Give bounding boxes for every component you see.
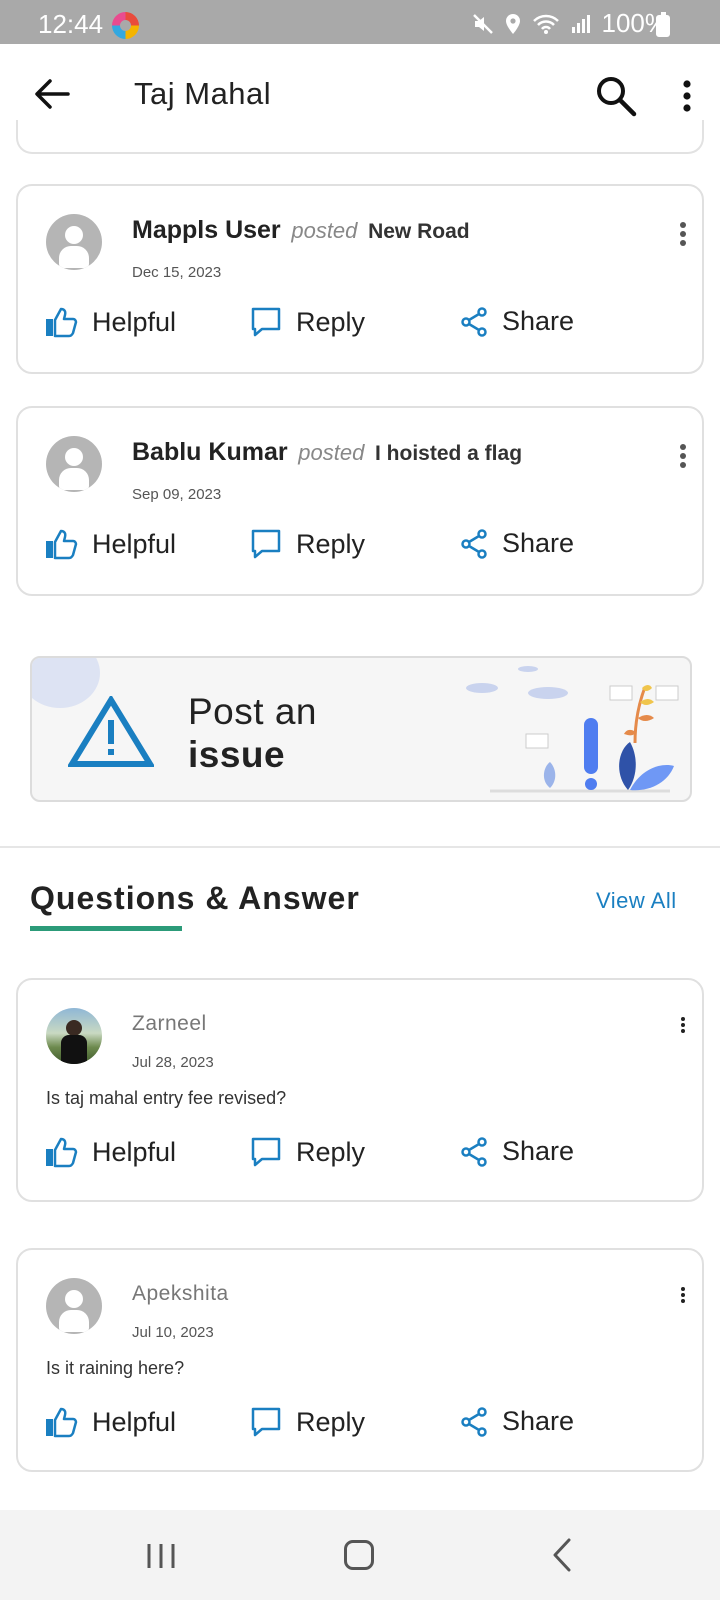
issue-illustration [466, 666, 679, 793]
post-object: I hoisted a flag [375, 442, 523, 465]
comment-icon [251, 1407, 281, 1437]
post-card: Mappls User posted New Road Dec 15, 2023… [16, 184, 704, 374]
post-issue-line2: issue [188, 734, 286, 775]
helpful-button[interactable]: Helpful [44, 1136, 176, 1168]
thumbs-up-icon [46, 529, 78, 560]
wifi-icon [532, 14, 559, 34]
reply-label: Reply [296, 1136, 366, 1167]
helpful-button[interactable]: Helpful [44, 306, 176, 338]
location-icon [505, 13, 520, 34]
avatar[interactable] [46, 214, 102, 270]
battery-icon [656, 12, 670, 37]
helpful-label: Helpful [92, 306, 177, 337]
post-issue-banner[interactable]: Post an issue [30, 656, 692, 802]
reply-button[interactable]: Reply [250, 1136, 365, 1168]
system-nav-bar [0, 1510, 720, 1600]
card-more-icon[interactable] [678, 220, 688, 250]
post-verb: posted [291, 218, 358, 243]
share-button[interactable]: Share [460, 528, 574, 559]
post-card: Bablu Kumar posted I hoisted a flag Sep … [16, 406, 704, 596]
recent-apps-icon[interactable] [146, 1542, 176, 1570]
comment-icon [251, 307, 281, 337]
qa-question-text: Is taj mahal entry fee revised? [46, 1088, 287, 1108]
status-bar: 12:44 100% [0, 0, 720, 44]
view-all-link[interactable]: View All [596, 888, 677, 914]
qa-question-text: Is it raining here? [46, 1358, 185, 1378]
share-label: Share [502, 1136, 575, 1166]
thumbs-up-icon [46, 1137, 78, 1168]
qa-date: Jul 10, 2023 [132, 1324, 214, 1341]
helpful-button[interactable]: Helpful [44, 1406, 176, 1438]
post-user-name[interactable]: Bablu Kumar [132, 438, 288, 466]
card-more-icon[interactable] [678, 1286, 688, 1316]
comment-icon [251, 529, 281, 559]
post-object: New Road [368, 220, 470, 243]
comment-icon [251, 1137, 281, 1167]
warning-icon [68, 696, 154, 767]
card-more-icon[interactable] [678, 1016, 688, 1046]
reply-label: Reply [296, 528, 366, 559]
share-icon [461, 306, 487, 337]
reply-label: Reply [296, 1406, 366, 1437]
share-icon [461, 1136, 487, 1167]
avatar[interactable] [46, 1278, 102, 1334]
reply-button[interactable]: Reply [250, 1406, 365, 1438]
reply-button[interactable]: Reply [250, 528, 365, 560]
thumbs-up-icon [46, 1407, 78, 1438]
helpful-label: Helpful [92, 1406, 177, 1437]
qa-card: Apekshita Jul 10, 2023 Is it raining her… [16, 1248, 704, 1472]
share-label: Share [502, 528, 575, 558]
post-date: Sep 09, 2023 [132, 486, 222, 503]
helpful-label: Helpful [92, 1136, 177, 1167]
post-verb: posted [298, 440, 365, 465]
overflow-menu-icon[interactable] [672, 76, 702, 116]
share-button[interactable]: Share [460, 1406, 574, 1437]
share-label: Share [502, 306, 575, 336]
helpful-label: Helpful [92, 528, 177, 559]
qa-card: Zarneel Jul 28, 2023 Is taj mahal entry … [16, 978, 704, 1202]
status-icons: 100% [472, 8, 668, 39]
section-divider [0, 846, 720, 848]
post-user-name[interactable]: Mappls User [132, 216, 281, 244]
search-icon[interactable] [594, 74, 638, 118]
share-button[interactable]: Share [460, 306, 574, 337]
page-title: Taj Mahal [134, 76, 272, 111]
share-icon [461, 1406, 487, 1437]
share-icon [461, 528, 487, 559]
qa-date: Jul 28, 2023 [132, 1054, 214, 1071]
qa-user-name[interactable]: Zarneel [132, 1012, 207, 1036]
post-issue-line1: Post an [188, 691, 317, 732]
user-photo-avatar[interactable] [46, 1008, 102, 1064]
post-date: Dec 15, 2023 [132, 264, 222, 281]
reply-label: Reply [296, 306, 366, 337]
back-arrow-icon[interactable] [32, 74, 72, 114]
post-headline: Bablu Kumar posted I hoisted a flag [132, 438, 522, 467]
qa-title-underline [30, 926, 182, 931]
post-issue-title: Post an issue [188, 690, 317, 776]
qa-section-title: Questions & Answer [30, 880, 360, 916]
signal-icon [571, 14, 590, 33]
avatar[interactable] [46, 436, 102, 492]
qa-user-name[interactable]: Apekshita [132, 1282, 229, 1306]
thumbs-up-icon [46, 307, 78, 338]
nav-back-icon[interactable] [552, 1538, 572, 1572]
previous-card-edge [16, 120, 704, 154]
card-more-icon[interactable] [678, 442, 688, 472]
status-time: 12:44 [38, 9, 104, 39]
app-notification-icon [112, 12, 139, 39]
share-label: Share [502, 1406, 575, 1436]
home-icon[interactable] [344, 1540, 374, 1570]
mute-icon [472, 13, 493, 34]
share-button[interactable]: Share [460, 1136, 574, 1167]
helpful-button[interactable]: Helpful [44, 528, 176, 560]
post-headline: Mappls User posted New Road [132, 216, 470, 245]
reply-button[interactable]: Reply [250, 306, 365, 338]
